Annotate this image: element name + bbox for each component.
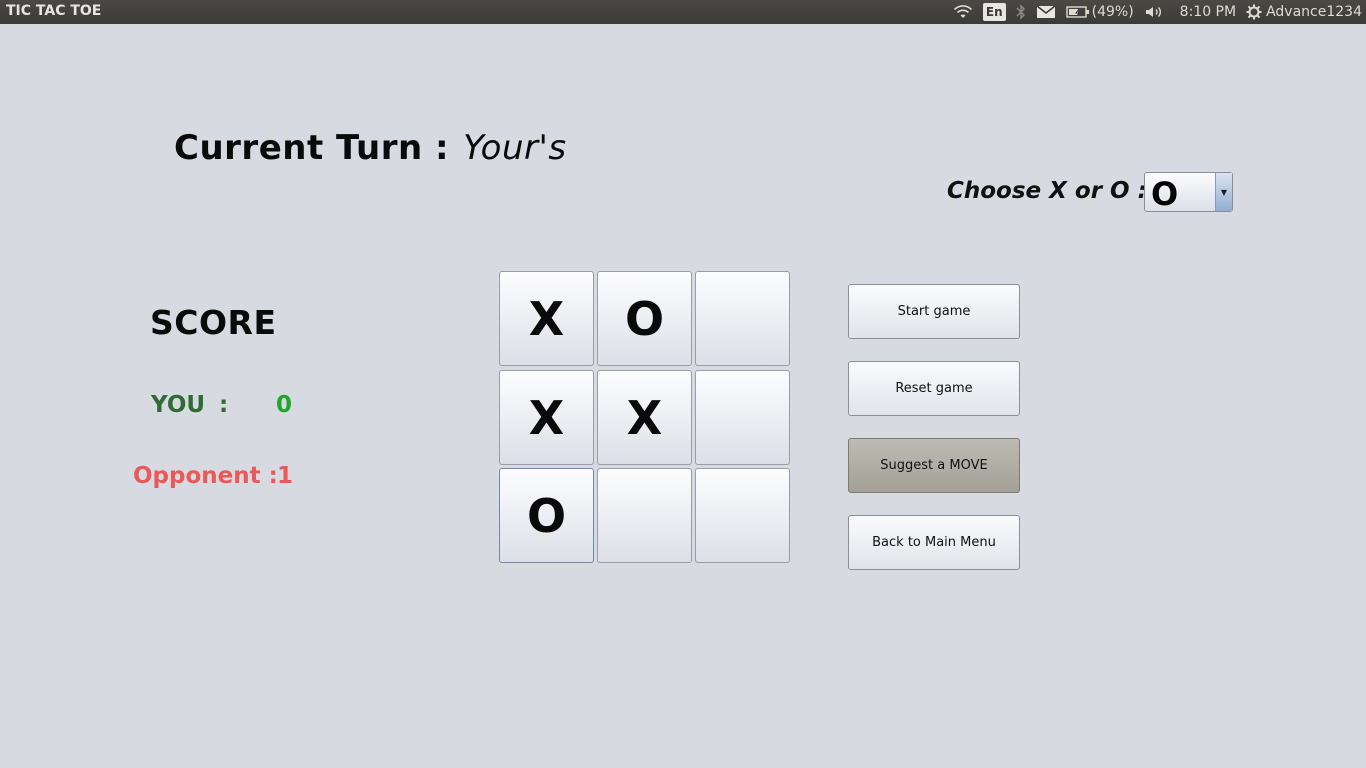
opponent-score-label: Opponent : xyxy=(133,463,278,489)
current-turn-value: Your's xyxy=(463,128,567,168)
board-cell-9[interactable] xyxy=(695,468,790,563)
mail-icon[interactable] xyxy=(1036,0,1056,24)
top-panel: TIC TAC TOE En (49%) 8:10 PM Advance1234 xyxy=(0,0,1366,24)
current-turn-label: Current Turn : xyxy=(174,128,450,168)
score-title: SCORE xyxy=(150,303,277,342)
current-turn-heading: Current Turn : Your's xyxy=(174,128,567,168)
system-tray: En (49%) 8:10 PM Advance1234 xyxy=(953,0,1366,24)
choose-symbol-label: Choose X or O : xyxy=(947,178,1147,204)
board-cell-2[interactable]: O xyxy=(597,271,692,366)
window-title: TIC TAC TOE xyxy=(6,3,102,19)
board-cell-4[interactable]: X xyxy=(499,370,594,465)
volume-icon[interactable] xyxy=(1144,0,1164,24)
you-score-value: 0 xyxy=(276,392,293,418)
opponent-score-value: 1 xyxy=(277,463,294,489)
user-name[interactable]: Advance1234 xyxy=(1266,4,1362,20)
keyboard-language-indicator[interactable]: En xyxy=(982,0,1006,24)
battery-icon[interactable] xyxy=(1065,0,1090,24)
board-cell-3[interactable] xyxy=(695,271,790,366)
back-to-main-menu-button[interactable]: Back to Main Menu xyxy=(848,515,1020,570)
board-cell-8[interactable] xyxy=(597,468,692,563)
symbol-select[interactable]: O ▼ xyxy=(1144,172,1233,213)
board-cell-5[interactable]: X xyxy=(597,370,692,465)
game-board: X O X X O xyxy=(498,270,792,564)
board-cell-1[interactable]: X xyxy=(499,271,594,366)
suggest-move-button[interactable]: Suggest a MOVE xyxy=(848,438,1020,493)
you-score-colon: : xyxy=(219,392,229,418)
start-game-button[interactable]: Start game xyxy=(848,284,1020,339)
gear-icon[interactable] xyxy=(1246,0,1262,24)
symbol-select-value: O xyxy=(1151,175,1179,213)
reset-game-button[interactable]: Reset game xyxy=(848,361,1020,416)
battery-percentage: (49%) xyxy=(1091,4,1134,20)
board-cell-6[interactable] xyxy=(695,370,790,465)
bluetooth-icon[interactable] xyxy=(1016,0,1026,24)
dropdown-arrow-icon[interactable]: ▼ xyxy=(1215,173,1232,211)
you-score-label: YOU xyxy=(151,392,206,418)
clock[interactable]: 8:10 PM xyxy=(1180,4,1236,20)
wifi-icon[interactable] xyxy=(953,0,973,24)
board-cell-7[interactable]: O xyxy=(499,468,594,563)
